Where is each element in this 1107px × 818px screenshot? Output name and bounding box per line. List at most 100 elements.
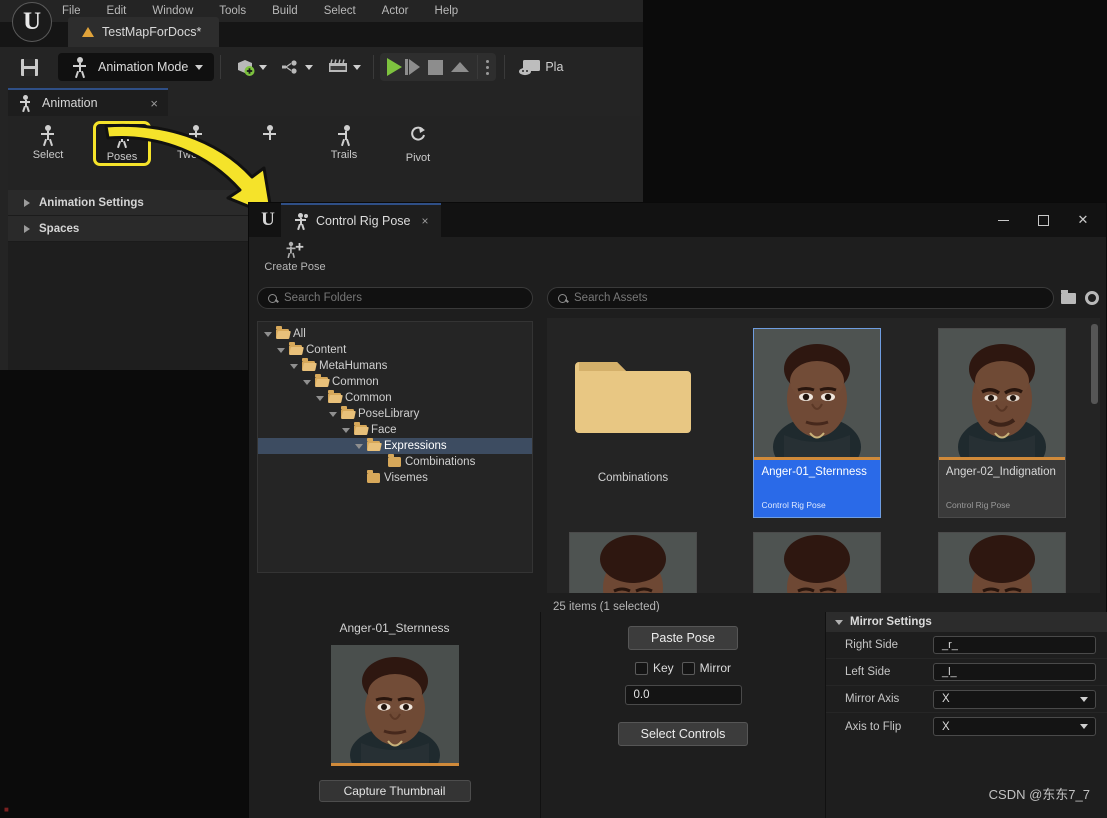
asset-status-label: 25 items (1 selected) [547,593,1100,613]
stop-icon[interactable] [428,60,443,75]
asset-card-row2-1[interactable] [569,532,697,593]
toolbar-divider [477,55,478,79]
chevron-down-icon[interactable] [303,380,311,385]
folder-icon[interactable] [1060,290,1077,306]
anim-tool-label: Tweens [177,149,215,161]
tab-animation[interactable]: Animation × [8,88,168,116]
search-assets-input[interactable]: Search Assets [547,287,1054,309]
chevron-down-icon[interactable] [290,364,298,369]
running-figure-icon [69,56,91,78]
menu-item-tools[interactable]: Tools [219,5,246,17]
left-side-input[interactable]: _l_ [933,663,1096,681]
window-controls: ✕ [984,203,1102,237]
chevron-down-icon [259,65,267,70]
chevron-down-icon[interactable] [264,332,272,337]
section-spaces[interactable]: Spaces [8,216,248,242]
screen-root: File Edit Window Tools Build Select Acto… [0,0,1107,818]
key-checkbox[interactable]: Key [635,661,674,675]
mirror-settings-header[interactable]: Mirror Settings [826,612,1107,632]
blend-value-input[interactable]: 0.0 [625,685,742,705]
play-icon[interactable] [387,58,402,76]
tree-item-all[interactable]: All [258,326,532,342]
checkbox-box[interactable] [682,662,695,675]
anim-tool-trails[interactable]: Trails [318,124,370,161]
maximize-button[interactable] [1024,203,1062,237]
add-actor-button[interactable] [235,57,267,77]
asset-meta: Anger-01_Sternness Control Rig Pose [754,460,880,517]
mirror-axis-select[interactable]: X [933,690,1096,709]
chevron-down-icon[interactable] [342,428,350,433]
step-icon[interactable] [405,59,420,75]
anim-tool-pivot[interactable]: Pivot [392,124,444,164]
close-icon[interactable]: × [422,214,429,228]
menu-item-file[interactable]: File [62,5,81,17]
capture-thumbnail-button[interactable]: Capture Thumbnail [319,780,471,802]
platforms-button[interactable]: Pla [519,59,563,76]
asset-card-anger-02[interactable]: Anger-02_Indignation Control Rig Pose [938,328,1066,518]
asset-panel: Search Assets Combinations [541,281,1106,613]
tree-item-metahumans[interactable]: MetaHumans [258,358,532,374]
anim-tool-tweens[interactable]: Tweens [170,124,222,161]
tree-item-visemes[interactable]: Visemes [258,470,532,486]
tab-animation-label: Animation [42,96,142,110]
anim-tool-label: Trails [331,149,357,161]
preview-thumbnail[interactable] [331,645,459,763]
menu-item-actor[interactable]: Actor [382,5,409,17]
folder-open-icon [315,377,328,387]
tree-item-combinations[interactable]: Combinations [258,454,532,470]
tree-item-poselibrary[interactable]: PoseLibrary [258,406,532,422]
mirror-checkbox[interactable]: Mirror [682,661,731,675]
menu-item-select[interactable]: Select [324,5,356,17]
preview-underline [331,763,459,766]
cinematics-button[interactable] [327,57,361,77]
minimize-button[interactable] [984,203,1022,237]
chevron-down-icon[interactable] [277,348,285,353]
asset-card-row2-3[interactable] [938,532,1066,593]
chevron-down-icon[interactable] [355,444,363,449]
chevron-down-icon[interactable] [316,396,324,401]
eject-icon[interactable] [451,62,469,72]
menu-item-window[interactable]: Window [152,5,193,17]
close-button[interactable]: ✕ [1064,203,1102,237]
close-icon[interactable]: × [150,96,158,111]
tree-item-content[interactable]: Content [258,342,532,358]
chevron-down-icon[interactable] [329,412,337,417]
asset-card-row2-2[interactable] [753,532,881,593]
more-options-icon[interactable] [486,60,489,75]
anim-tool-select[interactable]: Select [22,124,74,161]
create-pose-button[interactable]: Create Pose [257,241,333,273]
mode-selector-button[interactable]: Animation Mode [58,53,214,81]
asset-card-anger-01[interactable]: Anger-01_Sternness Control Rig Pose [753,328,881,518]
right-side-input[interactable]: _r_ [933,636,1096,654]
asset-name: Anger-01_Sternness [761,466,873,478]
menu-item-help[interactable]: Help [435,5,459,17]
gear-icon[interactable] [1083,290,1100,306]
asset-name: Anger-02_Indignation [946,466,1058,478]
checkbox-box[interactable] [635,662,648,675]
tree-item-common-1[interactable]: Common [258,374,532,390]
unreal-logo-icon[interactable]: U [12,2,52,42]
axis-to-flip-select[interactable]: X [933,717,1096,736]
mirror-settings-title: Mirror Settings [850,616,932,628]
menu-item-edit[interactable]: Edit [107,5,127,17]
save-button[interactable] [0,53,58,81]
anim-tool-hidden[interactable] [244,124,296,149]
tree-item-common-2[interactable]: Common [258,390,532,406]
select-controls-button[interactable]: Select Controls [618,722,748,746]
map-tab[interactable]: TestMapForDocs* [68,17,219,47]
asset-grid-scrollbar[interactable] [1091,324,1098,404]
tab-control-rig-pose[interactable]: Control Rig Pose × [281,203,441,237]
anim-tool-poses[interactable]: Poses [96,124,148,163]
search-folders-input[interactable]: Search Folders [257,287,533,309]
grid-folder-combinations[interactable]: Combinations [569,328,697,484]
pose-preview-panel: Anger-01_Sternness [249,612,541,818]
asset-grid-row-2 [569,532,1100,593]
toolbar-divider [504,55,505,79]
tree-item-expressions[interactable]: Expressions [258,438,532,454]
tree-item-face[interactable]: Face [258,422,532,438]
blueprint-button[interactable] [281,57,313,77]
animation-panel: Select Poses Tweens [8,116,640,190]
section-animation-settings[interactable]: Animation Settings [8,190,248,216]
menu-item-build[interactable]: Build [272,5,298,17]
paste-pose-button[interactable]: Paste Pose [628,626,738,650]
